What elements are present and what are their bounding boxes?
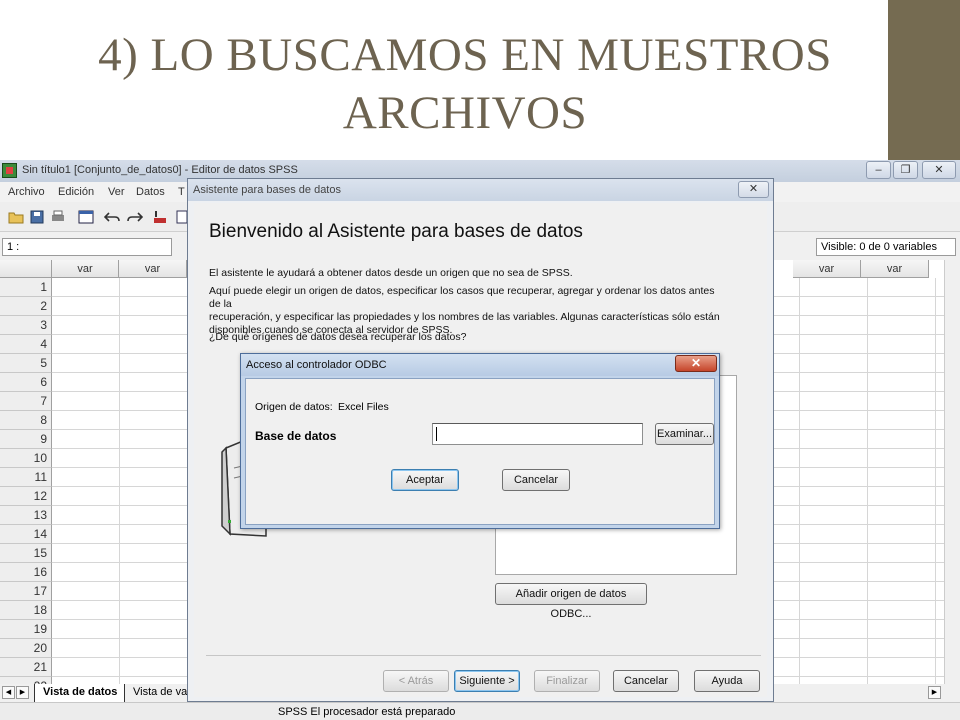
database-label: Base de datos <box>255 429 337 443</box>
row-number[interactable]: 14 <box>0 525 52 544</box>
grid-corner <box>0 260 52 278</box>
redo-icon[interactable] <box>127 210 143 224</box>
row-number[interactable]: 21 <box>0 658 52 677</box>
next-button[interactable]: Siguiente > <box>454 670 520 692</box>
odbc-titlebar: Acceso al controlador ODBC ✕ <box>241 354 719 376</box>
column-header[interactable]: var <box>119 260 187 278</box>
row-number[interactable]: 17 <box>0 582 52 601</box>
finish-button[interactable]: Finalizar <box>534 670 600 692</box>
row-number[interactable]: 5 <box>0 354 52 373</box>
odbc-title: Acceso al controlador ODBC <box>246 359 387 371</box>
hscroll-right-icon[interactable]: ▶ <box>928 686 941 699</box>
row-number[interactable]: 20 <box>0 639 52 658</box>
row-number[interactable]: 13 <box>0 506 52 525</box>
column-header[interactable]: var <box>861 260 929 278</box>
row-number[interactable]: 3 <box>0 316 52 335</box>
status-bar: SPSS El procesador está preparado <box>0 702 960 720</box>
tab-scroll-right-icon[interactable]: ▶ <box>16 686 29 699</box>
wizard-question: ¿De qué orígenes de datos desea recupera… <box>209 331 467 343</box>
database-input[interactable] <box>432 423 643 445</box>
help-button[interactable]: Ayuda <box>694 670 760 692</box>
row-number[interactable]: 15 <box>0 544 52 563</box>
tab-scroll-left-icon[interactable]: ◀ <box>2 686 15 699</box>
row-number[interactable]: 16 <box>0 563 52 582</box>
row-number[interactable]: 2 <box>0 297 52 316</box>
data-source-value: Excel Files <box>338 401 389 413</box>
row-number[interactable]: 9 <box>0 430 52 449</box>
wizard-cancel-button[interactable]: Cancelar <box>613 670 679 692</box>
menu-datos[interactable]: Datos <box>136 186 165 198</box>
tab-variable-view[interactable]: Vista de va <box>124 684 195 702</box>
row-number[interactable]: 7 <box>0 392 52 411</box>
dialog-recall-icon[interactable] <box>78 210 94 224</box>
menu-archivo[interactable]: Archivo <box>8 186 45 198</box>
window-title: Sin título1 [Conjunto_de_datos0] - Edito… <box>22 164 298 176</box>
window-close-button[interactable]: ✕ <box>922 161 956 179</box>
wizard-close-button[interactable]: ✕ <box>738 181 769 198</box>
slide-title-line2: ARCHIVOS <box>342 87 588 139</box>
cell-reference[interactable]: 1 : <box>2 238 172 256</box>
odbc-access-dialog: Acceso al controlador ODBC ✕ Origen de d… <box>240 353 720 529</box>
save-icon[interactable] <box>29 210 45 224</box>
odbc-close-button[interactable]: ✕ <box>675 355 717 372</box>
print-icon[interactable] <box>50 210 66 224</box>
minimize-button[interactable]: – <box>866 161 891 179</box>
add-odbc-source-button[interactable]: Añadir origen de datos ODBC... <box>495 583 647 620</box>
spss-app-icon <box>2 163 17 178</box>
menu-ver[interactable]: Ver <box>108 186 125 198</box>
goto-case-icon[interactable] <box>152 210 168 224</box>
accept-button[interactable]: Aceptar <box>391 469 459 491</box>
data-source-label: Origen de datos: <box>255 401 333 413</box>
menu-transformar[interactable]: T <box>178 186 185 198</box>
wizard-separator <box>206 655 761 656</box>
tab-data-view[interactable]: Vista de datos <box>34 684 126 702</box>
row-number[interactable]: 11 <box>0 468 52 487</box>
open-folder-icon[interactable] <box>8 210 24 224</box>
row-number[interactable]: 4 <box>0 335 52 354</box>
visible-variables-count: Visible: 0 de 0 variables <box>816 238 956 256</box>
column-header[interactable]: var <box>793 260 861 278</box>
row-number[interactable]: 12 <box>0 487 52 506</box>
row-number[interactable]: 8 <box>0 411 52 430</box>
restore-button[interactable]: ❐ <box>893 161 918 179</box>
wizard-titlebar: Asistente para bases de datos ✕ <box>188 179 773 201</box>
row-number[interactable]: 19 <box>0 620 52 639</box>
browse-button[interactable]: Examinar... <box>655 423 714 445</box>
slide-title-line1: 4) LO BUSCAMOS EN MUESTROS <box>98 29 832 81</box>
row-number[interactable]: 1 <box>0 278 52 297</box>
menu-edicion[interactable]: Edición <box>58 186 94 198</box>
wizard-description-line: recuperación, y especificar las propieda… <box>209 311 720 323</box>
wizard-title: Asistente para bases de datos <box>193 184 341 196</box>
back-button[interactable]: < Atrás <box>383 670 449 692</box>
slide-title: 4) LO BUSCAMOS EN MUESTROS ARCHIVOS <box>40 26 890 142</box>
row-number[interactable]: 6 <box>0 373 52 392</box>
odbc-cancel-button[interactable]: Cancelar <box>502 469 570 491</box>
column-header[interactable]: var <box>52 260 119 278</box>
wizard-description: Aquí puede elegir un origen de datos, es… <box>209 285 729 337</box>
slide-accent-bar <box>888 0 960 160</box>
status-text: SPSS El procesador está preparado <box>278 706 456 718</box>
wizard-description-line: Aquí puede elegir un origen de datos, es… <box>209 285 715 310</box>
wizard-intro: El asistente le ayudará a obtener datos … <box>209 267 573 279</box>
odbc-body: Origen de datos: Excel Files Base de dat… <box>245 378 715 525</box>
vertical-scrollbar[interactable] <box>944 260 960 684</box>
row-number[interactable]: 10 <box>0 449 52 468</box>
undo-icon[interactable] <box>104 210 120 224</box>
row-number[interactable]: 18 <box>0 601 52 620</box>
wizard-heading: Bienvenido al Asistente para bases de da… <box>209 221 583 242</box>
